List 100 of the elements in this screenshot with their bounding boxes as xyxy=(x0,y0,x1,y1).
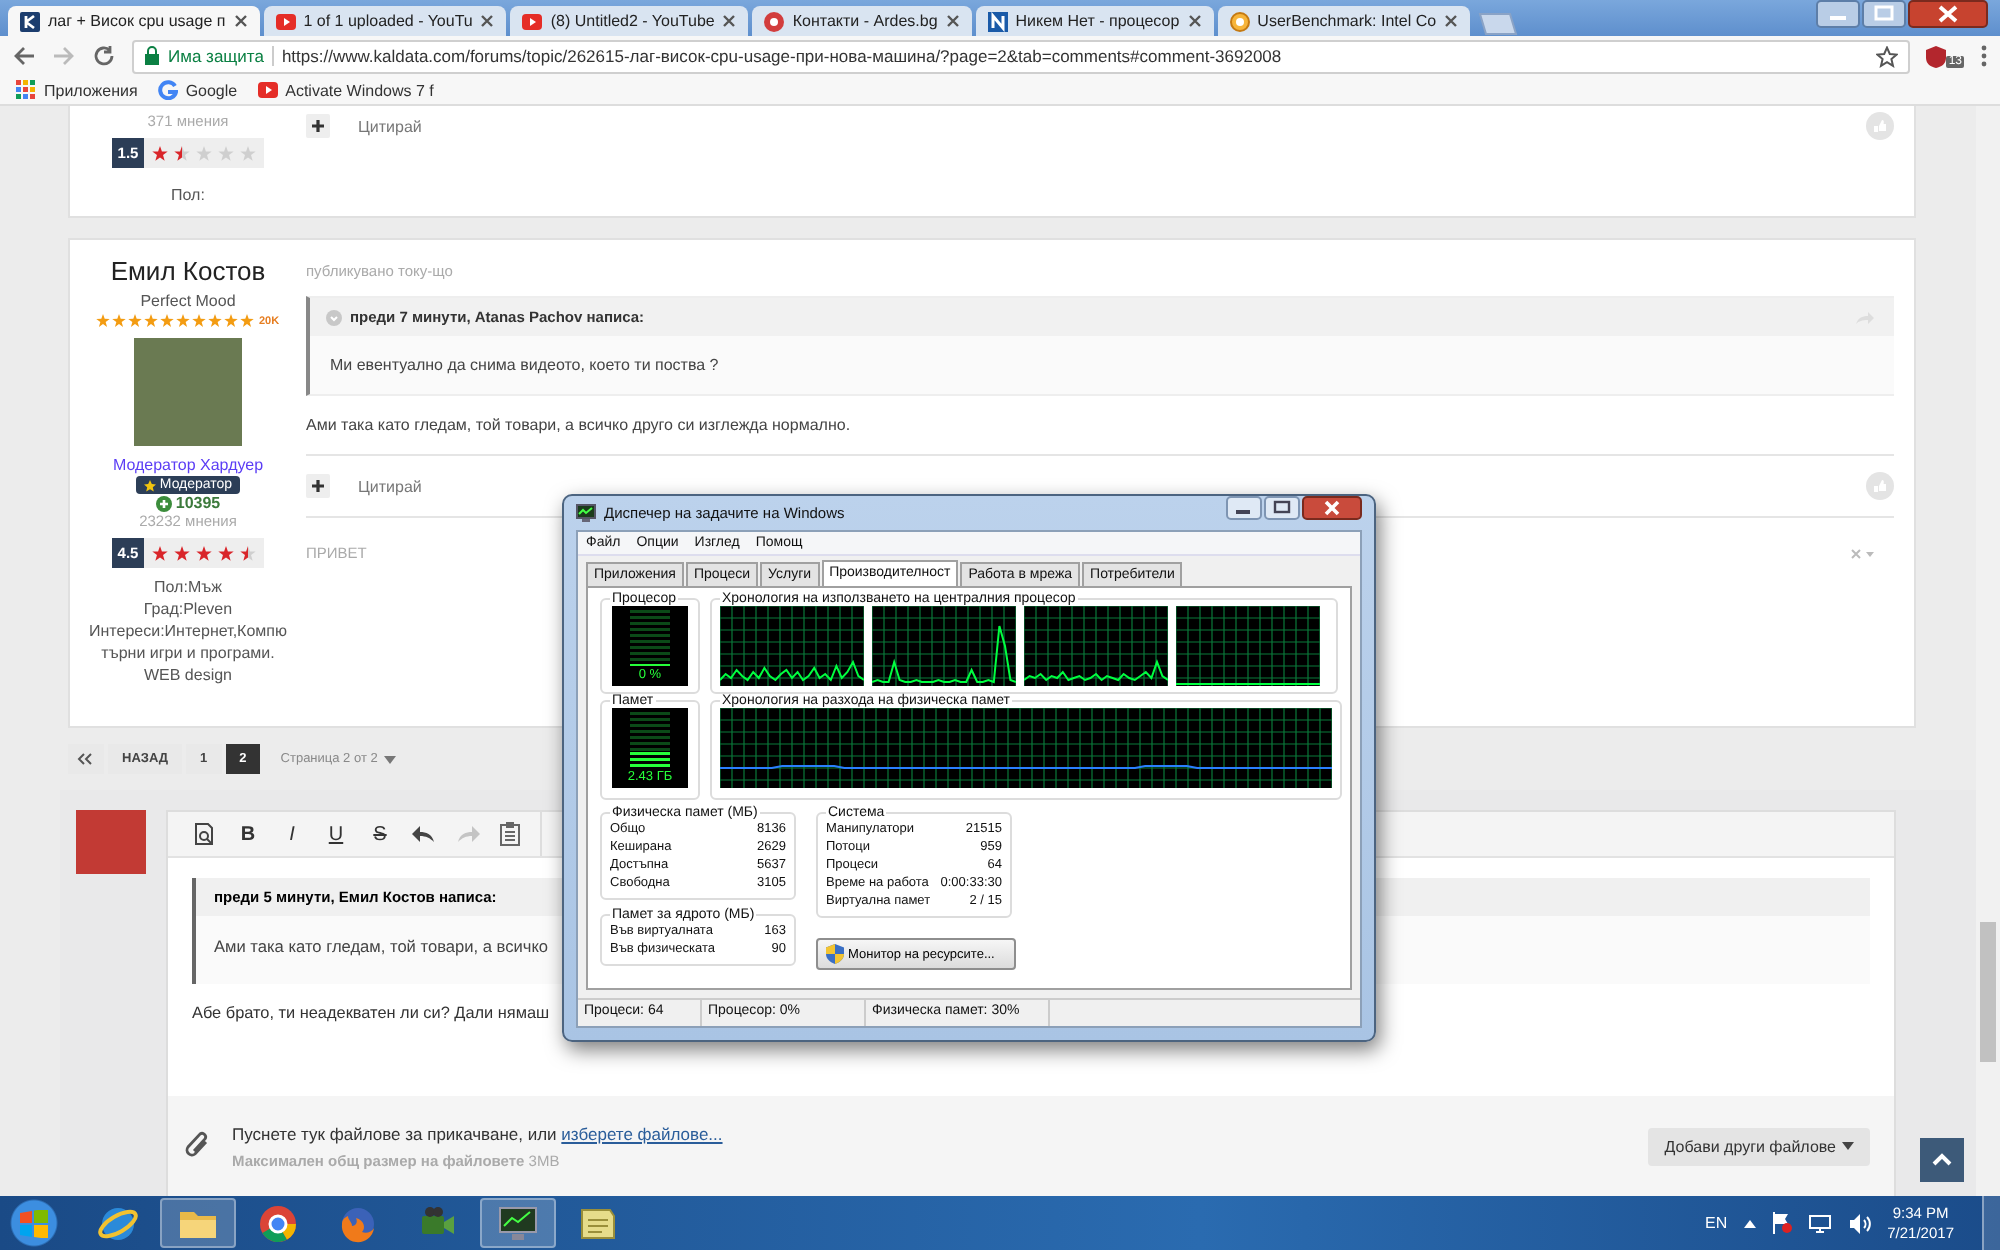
avatar-placeholder xyxy=(76,810,146,874)
star-icon xyxy=(240,145,257,161)
profile-field: Пол: xyxy=(159,184,217,206)
globe-icon xyxy=(338,1203,378,1243)
browser-tab[interactable]: (8) Untitled2 - YouTube xyxy=(510,6,749,36)
maximize-icon[interactable] xyxy=(1264,496,1300,520)
caret-icon xyxy=(1842,1142,1854,1150)
star-icon xyxy=(143,479,156,491)
paperclip-icon xyxy=(184,1130,212,1162)
address-field[interactable]: Има защита https://www.kaldata.com/forums/topic/262615-лаг-висок-cpu-usage-при-нова-машина/?page=2&tab=comments#comment-3692008 xyxy=(132,39,1911,73)
monitor-icon xyxy=(498,1203,538,1243)
star-icon xyxy=(152,545,169,561)
windows-logo-icon xyxy=(20,1209,48,1237)
star-icon xyxy=(196,145,213,161)
close-icon[interactable] xyxy=(1908,0,1988,28)
minimize-icon[interactable] xyxy=(1816,0,1860,28)
bookmark-link[interactable]: Activate Windows 7 f xyxy=(257,80,434,100)
favicon-icon xyxy=(522,11,543,31)
reload-icon[interactable] xyxy=(92,44,116,68)
plus-circle-icon xyxy=(155,495,172,511)
scrollbar[interactable] xyxy=(1976,106,2000,1196)
star-icon xyxy=(152,145,169,161)
plus-icon[interactable] xyxy=(306,474,330,498)
caret-up-icon[interactable] xyxy=(1743,1219,1756,1227)
browser-tab[interactable]: Контакти - Ardes.bg xyxy=(752,6,972,36)
user-group: Модератор Хардуер xyxy=(112,456,264,474)
clipboard-icon[interactable] xyxy=(500,822,520,846)
browser-tab[interactable]: UserBenchmark: Intel Co xyxy=(1217,6,1471,36)
profile-field: Град:Pleven xyxy=(131,598,245,620)
star-icon xyxy=(218,145,235,161)
bookmark-icon xyxy=(157,80,178,100)
browser-tab[interactable]: 1 of 1 uploaded - YouTu xyxy=(263,6,507,36)
scrollbar-thumb[interactable] xyxy=(1980,922,1996,1062)
network-icon[interactable] xyxy=(1807,1213,1832,1233)
favicon-icon xyxy=(764,11,785,31)
photo-placeholder xyxy=(134,338,242,446)
round-logo-icon xyxy=(258,1203,298,1243)
bookmark-star-icon[interactable] xyxy=(1876,45,1899,67)
lock-icon xyxy=(144,46,160,66)
favicon-icon xyxy=(20,11,40,31)
back-icon[interactable] xyxy=(12,44,36,68)
bookmark-link[interactable]: Приложения xyxy=(16,80,138,100)
taskbar-button[interactable] xyxy=(480,1198,556,1248)
quote-text: Ми евентуално да снима видеото, което ти поства ? xyxy=(328,354,721,378)
undo-icon[interactable] xyxy=(412,824,436,844)
close-icon[interactable] xyxy=(1302,496,1362,520)
author-name[interactable]: Емил Костов xyxy=(110,256,266,286)
close-icon[interactable] xyxy=(722,14,737,28)
scroll-top-icon[interactable] xyxy=(1920,1138,1964,1182)
minimize-icon[interactable] xyxy=(1226,496,1262,520)
shield-icon xyxy=(826,944,844,964)
close-icon[interactable] xyxy=(233,14,248,28)
monitor-icon xyxy=(576,504,596,522)
format-button[interactable]: I xyxy=(280,823,304,845)
browser-tab[interactable]: Никем Нет - процесор xyxy=(975,6,1214,36)
star-icon xyxy=(174,145,191,161)
speaker-icon[interactable] xyxy=(1847,1213,1872,1233)
shield-icon xyxy=(1926,45,1947,67)
globe-icon xyxy=(98,1203,138,1243)
taskbar-button[interactable] xyxy=(160,1198,236,1248)
quote-link[interactable]: Цитирай xyxy=(358,477,422,495)
bookmark-link[interactable]: Google xyxy=(157,80,238,100)
format-button[interactable]: B xyxy=(236,823,260,845)
language-indicator[interactable]: EN xyxy=(1705,1214,1728,1232)
cpu-history-graph xyxy=(1176,606,1320,686)
choose-files-link[interactable]: изберете файлове... xyxy=(561,1123,723,1143)
close-icon[interactable] xyxy=(1444,14,1459,28)
quote-text: Ами така като гледам, той товари, а всичко xyxy=(212,934,551,960)
user-title: Perfect Mood xyxy=(140,292,236,310)
profile-field: Пол:Мъж xyxy=(142,576,234,598)
star-icon xyxy=(240,545,257,561)
plus-icon[interactable] xyxy=(306,114,330,138)
format-button[interactable]: S xyxy=(368,823,392,845)
close-icon[interactable] xyxy=(480,14,495,28)
profile-field: Интереси:Интернет,Компю търни игри и програми. xyxy=(70,620,306,664)
cpu-history-graph xyxy=(1024,606,1168,686)
cpu-history-graph xyxy=(720,606,864,686)
format-button[interactable]: U xyxy=(324,823,348,845)
favicon-icon xyxy=(275,11,296,31)
flag-icon[interactable] xyxy=(1771,1212,1792,1234)
close-icon[interactable] xyxy=(945,14,960,28)
quote-link[interactable]: Цитирай xyxy=(358,117,422,135)
upload-instruction: Пуснете тук файлове за прикачване, или изберете файлове... xyxy=(232,1123,723,1143)
reply-text: Абе брато, ти неадекватен ли си? Дали нямаш xyxy=(192,1002,550,1026)
star-icon xyxy=(196,545,213,561)
post-text: Ами така като гледам, той товари, а всичко друго си изглежда нормално. xyxy=(306,414,851,438)
browser-tab[interactable]: лаг + Висок cpu usage п xyxy=(8,6,260,36)
star-icon xyxy=(218,545,235,561)
maximize-icon[interactable] xyxy=(1862,0,1906,28)
close-icon[interactable] xyxy=(1187,14,1202,28)
preview-icon[interactable] xyxy=(192,822,216,846)
favicon-icon xyxy=(987,11,1008,31)
profile-field: WEB design xyxy=(131,664,245,686)
cpu-history-graph xyxy=(872,606,1016,686)
menu-icon[interactable] xyxy=(1980,44,1988,68)
star-icon xyxy=(174,545,191,561)
notepad-icon xyxy=(578,1203,618,1243)
add-files-button[interactable]: Добави други файлове xyxy=(1648,1127,1870,1165)
favicon-icon xyxy=(1229,11,1250,31)
reputation: 10395 xyxy=(175,494,221,512)
